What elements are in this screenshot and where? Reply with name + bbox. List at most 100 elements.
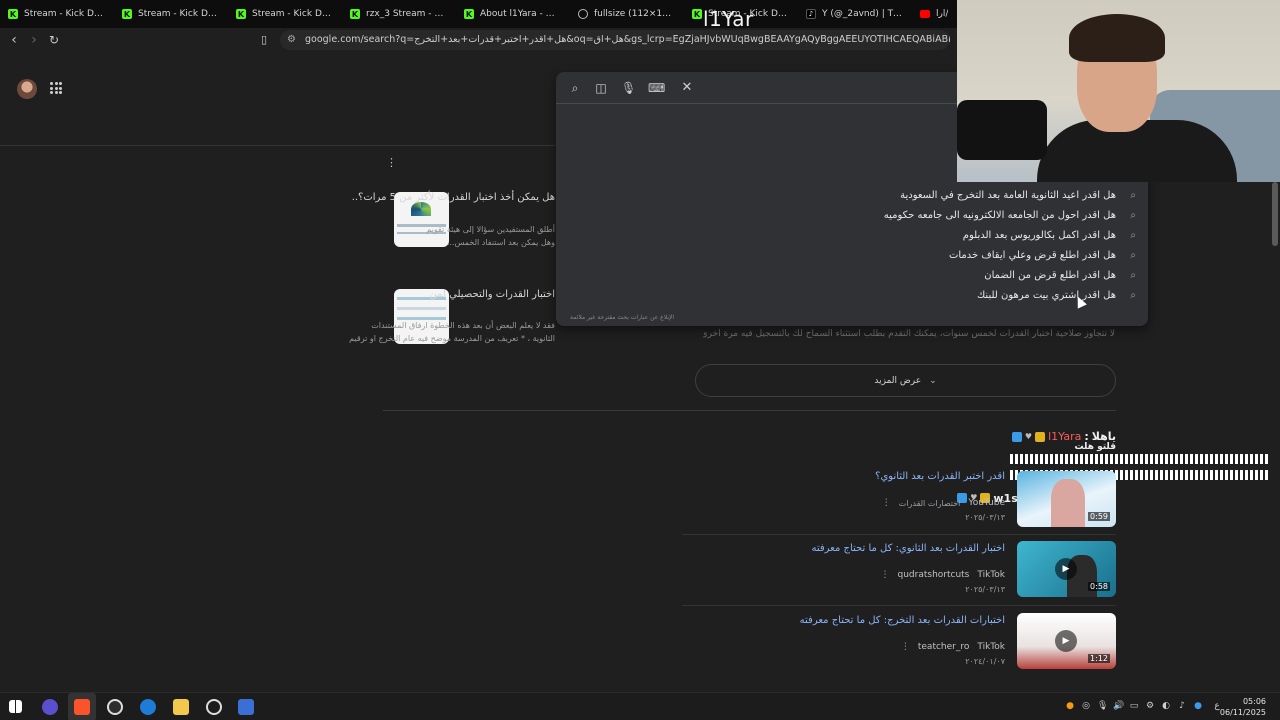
page-scrollbar[interactable] bbox=[1270, 182, 1280, 692]
tab-label: ارا/ bbox=[936, 9, 949, 19]
scrollbar-thumb[interactable] bbox=[1272, 182, 1278, 246]
chat-submessage: قلتو هلت bbox=[1074, 442, 1116, 452]
report-suggestions-link[interactable]: الإبلاغ عن عبارات بحث مقترحة غير ملائمة bbox=[570, 314, 674, 321]
video-thumbnail[interactable]: ▶ 1:12 bbox=[1017, 613, 1116, 669]
result-snippet: فقد لا يعلم البعض أن بعد هذه الخطوة ارفا… bbox=[371, 321, 555, 330]
subscriber-badge-icon bbox=[1035, 431, 1046, 442]
result-card[interactable]: هل يمكن أخذ اختبار القدرات لأكثر من 5 مر… bbox=[352, 192, 559, 249]
result-card[interactable]: اختبار القدرات والتحصيلي لمن فقد لا يعلم… bbox=[349, 289, 559, 346]
tab-8[interactable]: ♪ Y (@_2avnd) | TikTok bbox=[798, 0, 912, 28]
video-source: TikTok bbox=[977, 642, 1005, 652]
microphone-icon[interactable]: 🎙 bbox=[621, 81, 636, 95]
kick-icon: K bbox=[236, 9, 246, 19]
suggestion-text: هل اقدر اعيد الثانوية العامة بعد التخرج … bbox=[900, 190, 1116, 201]
video-channel: teatcher_ro bbox=[917, 642, 970, 652]
file-explorer-icon[interactable] bbox=[173, 699, 189, 715]
heart-badge-icon: ♥ bbox=[1024, 431, 1033, 441]
video-result[interactable]: اقدر اختبر القدرات بعد الثانوي؟ ⋮ اختصار… bbox=[682, 471, 1116, 527]
reload-icon[interactable]: ↻ bbox=[46, 32, 62, 48]
tab-5[interactable]: K About l1Yara - Watch L bbox=[456, 0, 570, 28]
search-icon: ⌕ bbox=[1130, 190, 1136, 201]
discord-icon[interactable] bbox=[42, 699, 58, 715]
video-result[interactable]: اختبارات القدرات بعد التخرج: كل ما تحتاج… bbox=[682, 613, 1116, 671]
video-source: TikTok bbox=[977, 570, 1005, 580]
site-settings-icon[interactable]: ⚙ bbox=[287, 30, 296, 50]
kick-icon: K bbox=[464, 9, 474, 19]
show-more-label: عرض المزيد bbox=[874, 375, 922, 386]
suggestion-text: هل اقدر اكمل بكالوريوس بعد الدبلوم bbox=[962, 230, 1116, 241]
video-result[interactable]: اختبار القدرات بعد الثانوي: كل ما تحتاج … bbox=[682, 541, 1116, 599]
search-suggestion[interactable]: هل اقدر اطلع قرض من الضمان ⌕ bbox=[556, 267, 1148, 287]
suggestion-text: هل اقدر اطلع قرض وعلي ايقاف خدمات bbox=[948, 250, 1116, 261]
microphone-icon[interactable]: 🎙 bbox=[1097, 701, 1108, 711]
windows-taskbar: ● ◎ 🎙 🔊 ▭ ⚙ ◐ ♪ ● ع 05:06 06/11/2025 bbox=[0, 692, 1280, 720]
kick-icon: K bbox=[692, 9, 702, 19]
keyboard-icon[interactable]: ⌨ bbox=[648, 81, 665, 95]
chat-emote-strip bbox=[1010, 454, 1280, 464]
tab-1[interactable]: K Stream - Kick Dashboa bbox=[0, 0, 114, 28]
search-icon: ⌕ bbox=[1130, 230, 1136, 241]
tray-icon[interactable]: ♪ bbox=[1177, 701, 1187, 711]
tab-2[interactable]: K Stream - Kick Dashboa bbox=[114, 0, 228, 28]
result-title: اختبار القدرات والتحصيلي لمن bbox=[429, 289, 555, 300]
google-apps-icon[interactable] bbox=[50, 82, 62, 94]
tab-3[interactable]: K Stream - Kick Dashboa bbox=[228, 0, 342, 28]
network-icon[interactable]: ▭ bbox=[1129, 701, 1139, 711]
windows-start-icon[interactable] bbox=[9, 700, 22, 713]
globe-icon bbox=[578, 9, 588, 19]
suggestion-text: هل اقدر اشتري بيت مرهون للبنك bbox=[977, 290, 1116, 301]
back-arrow-icon[interactable]: ‹ bbox=[6, 32, 22, 48]
clock-time: 05:06 bbox=[1242, 697, 1266, 706]
video-date: ٢٠٢٥/٠٣/١٣ bbox=[965, 585, 1005, 594]
tab-4[interactable]: Krzx_3 Stream - Watch l bbox=[342, 0, 456, 28]
search-icon[interactable]: ⌕ bbox=[568, 81, 582, 95]
video-thumbnail[interactable]: ▶ 0:58 bbox=[1017, 541, 1116, 597]
brave-browser-icon[interactable] bbox=[74, 699, 90, 715]
tray-icon[interactable]: ⚙ bbox=[1145, 701, 1155, 711]
kick-icon: K bbox=[350, 9, 360, 19]
address-bar[interactable]: ⚙ google.com/search?q=هل+اقدر+اختبر+قدرا… bbox=[280, 30, 950, 50]
search-suggestion[interactable]: هل اقدر اعيد الثانوية العامة بعد التخرج … bbox=[556, 187, 1148, 207]
answer-snippet: لا تتجاوز صلاحية اختبار القدرات لخمس سنو… bbox=[703, 329, 1115, 339]
search-suggestion[interactable]: هل اقدر اكمل بكالوريوس بعد الدبلوم ⌕ bbox=[556, 227, 1148, 247]
search-suggestion[interactable]: هل اقدر احول من الجامعه الالكترونيه الى … bbox=[556, 207, 1148, 227]
tray-icon[interactable]: ● bbox=[1065, 701, 1075, 711]
forward-arrow-icon[interactable]: › bbox=[26, 32, 42, 48]
tray-icon[interactable]: ◎ bbox=[1081, 701, 1091, 711]
tray-icon[interactable]: ● bbox=[1193, 701, 1203, 711]
result-title: هل يمكن أخذ اختبار القدرات لأكثر من 5 مر… bbox=[351, 192, 555, 203]
more-options-icon[interactable]: ⋮ bbox=[386, 157, 397, 169]
steelseries-icon[interactable] bbox=[206, 699, 222, 715]
tab-6[interactable]: fullsize (112×112) bbox=[570, 0, 684, 28]
video-thumbnail[interactable]: 0:59 bbox=[1017, 471, 1116, 527]
search-suggestion[interactable]: هل اقدر اشتري بيت مرهون للبنك ⌕ bbox=[556, 287, 1148, 307]
address-text: google.com/search?q=هل+اقدر+اختبر+قدرات+… bbox=[305, 34, 950, 45]
bookmark-icon[interactable]: ▯ bbox=[256, 32, 272, 48]
edge-icon[interactable] bbox=[140, 699, 156, 715]
speaker-icon[interactable]: 🔊 bbox=[1113, 701, 1124, 711]
tab-label: Stream - Kick Dashboa bbox=[252, 9, 334, 19]
more-options-icon[interactable]: ⋮ bbox=[901, 642, 910, 652]
webcam-feed bbox=[957, 0, 1280, 182]
image-search-icon[interactable]: ◫ bbox=[594, 81, 608, 95]
more-options-icon[interactable]: ⋮ bbox=[882, 498, 891, 508]
show-more-button[interactable]: عرض المزيد ⌄ bbox=[695, 364, 1116, 397]
chevron-down-icon: ⌄ bbox=[929, 375, 937, 386]
stream-name-overlay: l1Yar bbox=[703, 7, 754, 31]
video-title[interactable]: اختبار القدرات بعد الثانوي: كل ما تحتاج … bbox=[811, 543, 1005, 554]
search-suggestion[interactable]: هل اقدر اطلع قرض وعلي ايقاف خدمات ⌕ bbox=[556, 247, 1148, 267]
tab-label: Stream - Kick Dashboa bbox=[24, 9, 106, 19]
app-icon[interactable] bbox=[238, 699, 254, 715]
account-avatar[interactable] bbox=[17, 79, 37, 99]
video-divider bbox=[682, 605, 1116, 606]
video-title[interactable]: اقدر اختبر القدرات بعد الثانوي؟ bbox=[875, 471, 1005, 482]
more-options-icon[interactable]: ⋮ bbox=[881, 570, 890, 580]
close-icon[interactable]: ✕ bbox=[680, 81, 694, 95]
obs-icon[interactable] bbox=[107, 699, 123, 715]
tray-icon[interactable]: ◐ bbox=[1161, 701, 1171, 711]
logo-icon bbox=[411, 202, 431, 216]
video-title[interactable]: اختبارات القدرات بعد التخرج: كل ما تحتاج… bbox=[800, 615, 1005, 626]
taskbar-clock[interactable]: 05:06 06/11/2025 bbox=[1220, 696, 1266, 718]
result-snippet: الثانوية ، * تعريف من المدرسة موضح فيه ع… bbox=[349, 334, 555, 343]
video-meta: ⋮ teatcher_ro TikTok bbox=[901, 642, 1005, 652]
